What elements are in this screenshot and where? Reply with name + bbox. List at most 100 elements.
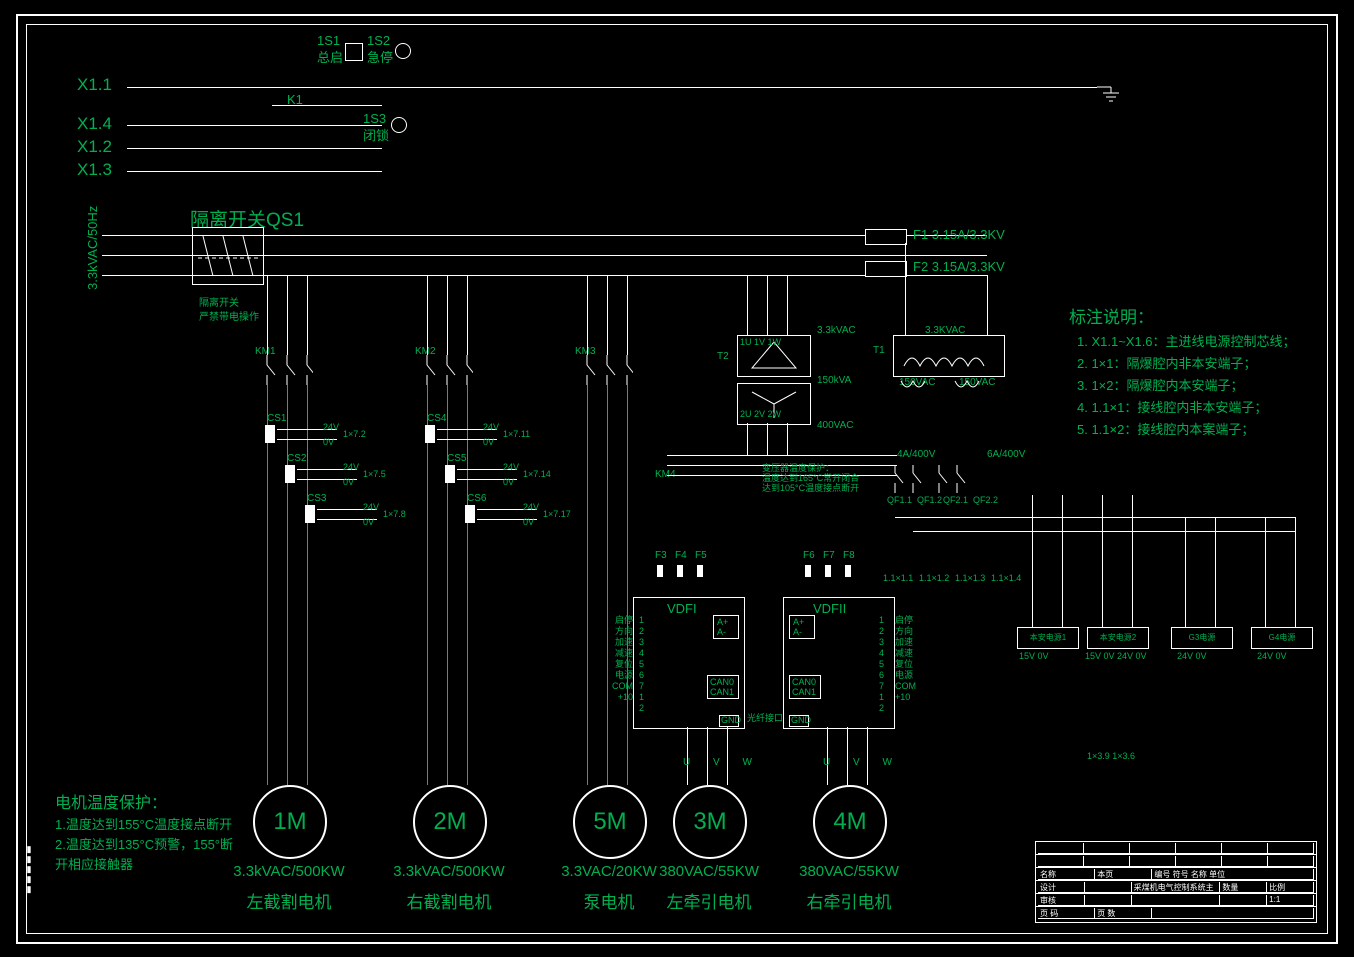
fuse-km3-icon: ▯	[557, 345, 563, 358]
terminal-tags-bottom: 1×3.9 1×3.6	[1087, 751, 1135, 761]
vdfii-can1: CAN1	[792, 687, 816, 697]
vdfii-gnd: GND	[791, 715, 811, 725]
vdfii-pins: 123 456 712	[879, 615, 884, 714]
qf21: QF2.1	[943, 495, 968, 505]
cs6-24v: 24V	[523, 502, 539, 512]
qf11: QF1.1	[887, 495, 912, 505]
cs3-0v: 0V	[363, 517, 374, 527]
vdfi-can0: CAN0	[710, 677, 734, 687]
t1-ref: T1	[873, 345, 885, 356]
ct-cs5	[445, 465, 455, 483]
drawing-title: 采煤机电气控制系统主接线图	[1132, 882, 1221, 893]
motor-5m: 5M	[573, 785, 647, 859]
label-1s1: 总启	[317, 47, 343, 66]
fuse-f3: F3	[655, 550, 667, 561]
vdfi-a-plus: A+	[717, 617, 728, 627]
uvw-4m: U V W	[823, 757, 902, 768]
cs1: CS1	[267, 413, 286, 424]
vdfii-a-plus: A+	[793, 617, 804, 627]
pushbutton-s2	[395, 43, 411, 59]
motor-4m-label: 380VAC/55KW 右牵引电机	[779, 863, 919, 913]
title-block: 名称本页编号 符号 名称 单位 设计采煤机电气控制系统主接线图数量比例 审核1:…	[1035, 841, 1317, 923]
vdfi-io: 启停方向加速 减速复位电源 COM+10	[609, 615, 633, 703]
drawing-inner-border: X1.1 X1.4 X1.2 X1.3 1S1 总启 1S2 急停 K1 1S3…	[26, 24, 1328, 934]
qf12: QF1.2	[917, 495, 942, 505]
ps-1-out: 15V 0V	[1019, 651, 1049, 661]
cs5-24v: 24V	[503, 462, 519, 472]
cs2: CS2	[287, 453, 306, 464]
ps-3: G3电源	[1171, 627, 1233, 649]
tt1: 1.1×1.2	[919, 573, 949, 583]
t1-secondary	[893, 373, 1003, 395]
wire-x1-3: X1.3	[77, 160, 112, 180]
drawing-sheet: X1.1 X1.4 X1.2 X1.3 1S1 总启 1S2 急停 K1 1S3…	[16, 14, 1338, 944]
fuse-f6: F6	[803, 550, 815, 561]
wire-x1-2: X1.2	[77, 137, 112, 157]
t2-ref: T2	[717, 351, 729, 362]
motor-4m: 4M	[813, 785, 887, 859]
contactor-km3	[583, 355, 633, 385]
label-1s2-ref: 1S2	[367, 33, 390, 48]
motor-1m-label: 3.3kVAC/500KW 左截割电机	[219, 863, 359, 913]
fuse-f2	[865, 261, 907, 277]
vdfi-a-minus: A-	[717, 627, 726, 637]
vdfi-pins: 123 456 712	[639, 615, 644, 714]
vdfii-io: 启停方向加速 减速复位电源 COM+10	[895, 615, 916, 703]
protection-lines: 1.温度达到155°C温度接点断开 2.温度达到135°C预警，155°断 开相…	[55, 815, 233, 875]
wire-x1-1: X1.1	[77, 75, 112, 95]
cs5: CS5	[447, 453, 466, 464]
ct-cs4	[425, 425, 435, 443]
label-6a: 6A/400V	[987, 449, 1025, 460]
label-1s3-ref: 1S3	[363, 111, 386, 126]
cs1-0v: 0V	[323, 437, 334, 447]
t1-prim: 3.3KVAC	[925, 325, 965, 336]
cs2-0v: 0V	[343, 477, 354, 487]
earth-icon	[1097, 75, 1125, 103]
legend-items: 1. X1.1~X1.6：主进线电源控制芯线； 2. 1×1：隔爆腔内非本安端子…	[1077, 331, 1296, 441]
ps-3-out: 24V 0V	[1177, 651, 1207, 661]
isolator-qs1	[192, 227, 264, 285]
fuse-km1-icon: ▯	[237, 345, 243, 358]
label-1s3: 闭锁	[363, 125, 389, 144]
motor-2m: 2M	[413, 785, 487, 859]
ct-cs1	[265, 425, 275, 443]
breaker-group	[889, 465, 1029, 495]
uvw-3m: U V W	[683, 757, 762, 768]
cs1-24v: 24V	[323, 422, 339, 432]
thermal-note: 变压器温度保护： 温度达到165°C常开闭合 达到105°C温度接点断开	[762, 463, 859, 493]
contactor-km1	[263, 355, 313, 385]
vdfi-label: VDFI	[667, 601, 697, 616]
t2-pins-bot: 2U 2V 2W	[740, 409, 781, 419]
pushbutton-s1	[345, 43, 363, 61]
motor-3m: 3M	[673, 785, 747, 859]
cs6-0v: 0V	[523, 517, 534, 527]
cs4-0v: 0V	[483, 437, 494, 447]
isolator-warning: 隔离开关 严禁带电操作	[199, 297, 259, 325]
margin-index: ▮▮▮▮▮	[25, 845, 35, 895]
t2-sec-v: 400VAC	[817, 420, 854, 431]
legend-title: 标注说明：	[1069, 303, 1154, 328]
vdfii-label: VDFII	[813, 601, 846, 616]
fuse-f8: F8	[843, 550, 855, 561]
fuse-f4: F4	[675, 550, 687, 561]
cs3-tag: 1×7.8	[383, 509, 406, 519]
ct-cs6	[465, 505, 475, 523]
cs6: CS6	[467, 493, 486, 504]
qf22: QF2.2	[973, 495, 998, 505]
cs1-tag: 1×7.2	[343, 429, 366, 439]
t2-kva: 150kVA	[817, 375, 851, 386]
t2-pins-top: 1U 1V 1W	[740, 337, 781, 347]
t2-prim-v: 3.3kVAC	[817, 325, 856, 336]
tt3: 1.1×1.4	[991, 573, 1021, 583]
ct-cs2	[285, 465, 295, 483]
pushbutton-s3	[391, 117, 407, 133]
cs3-24v: 24V	[363, 502, 379, 512]
wire-x1-4: X1.4	[77, 114, 112, 134]
contactor-km2	[423, 355, 473, 385]
cs4-tag: 1×7.11	[503, 429, 530, 439]
supply-label: 3.3kVAC/50Hz	[85, 206, 100, 290]
vdfii-can0: CAN0	[792, 677, 816, 687]
fiber-port: 光纤接口	[747, 711, 783, 724]
cs5-0v: 0V	[503, 477, 514, 487]
label-1s2: 急停	[367, 47, 393, 66]
